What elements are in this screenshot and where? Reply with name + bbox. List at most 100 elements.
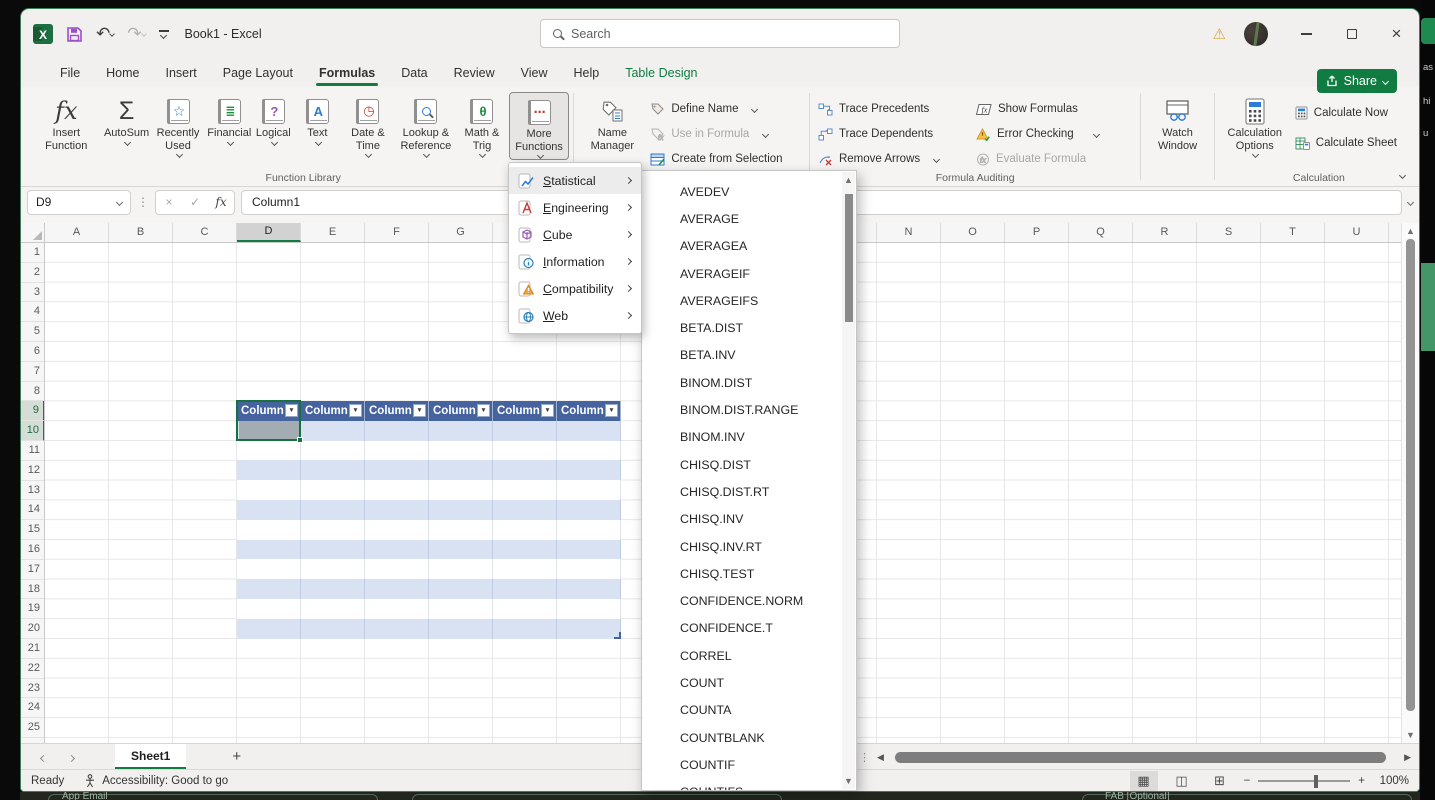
row-header-19[interactable]: 19 <box>21 599 44 619</box>
expand-formula-bar-chevron-icon[interactable] <box>1407 198 1414 205</box>
row-header-13[interactable]: 13 <box>21 481 44 501</box>
function-item-chisq.inv.rt[interactable]: CHISQ.INV.RT <box>642 533 856 560</box>
column-header-B[interactable]: B <box>109 223 173 242</box>
column-header-T[interactable]: T <box>1261 223 1325 242</box>
tab-view[interactable]: View <box>508 61 561 87</box>
function-item-countblank[interactable]: COUNTBLANK <box>642 724 856 751</box>
undo-chevron-icon[interactable] <box>109 31 115 37</box>
maximize-button[interactable] <box>1329 9 1374 59</box>
function-item-confidence.norm[interactable]: CONFIDENCE.NORM <box>642 587 856 614</box>
row-header-24[interactable]: 24 <box>21 698 44 718</box>
vertical-scroll-thumb[interactable] <box>1406 239 1415 711</box>
row-header-4[interactable]: 4 <box>21 302 44 322</box>
menu-item-cube[interactable]: Cube <box>509 221 641 248</box>
row-header-11[interactable]: 11 <box>21 441 44 461</box>
horizontal-scroll-track[interactable] <box>891 751 1397 763</box>
function-item-binom.dist.range[interactable]: BINOM.DIST.RANGE <box>642 396 856 423</box>
lookup-reference-button[interactable]: Lookup & Reference <box>397 92 456 158</box>
column-header-N[interactable]: N <box>877 223 941 242</box>
function-item-beta.dist[interactable]: BETA.DIST <box>642 314 856 341</box>
column-header-P[interactable]: P <box>1005 223 1069 242</box>
financial-button[interactable]: ≣ Financial <box>207 92 251 146</box>
define-name-button[interactable]: Define Name <box>646 98 786 120</box>
table-header-column6[interactable]: Column6▼ <box>557 401 621 421</box>
formula-bar-splitter[interactable]: ⋮ <box>137 195 149 209</box>
page-break-preview-button[interactable]: ⊞ <box>1206 771 1234 791</box>
row-header-22[interactable]: 22 <box>21 659 44 679</box>
row-header-12[interactable]: 12 <box>21 461 44 481</box>
insert-function-button[interactable]: fx Insert Function <box>37 92 96 152</box>
chevron-down-icon[interactable] <box>315 138 322 145</box>
tab-home[interactable]: Home <box>93 61 152 87</box>
chevron-down-icon[interactable] <box>537 152 544 159</box>
scroll-up-icon[interactable]: ▲ <box>842 175 855 185</box>
watch-window-button[interactable]: Watch Window <box>1145 92 1209 152</box>
tab-file[interactable]: File <box>47 61 93 87</box>
row-header-25[interactable]: 25 <box>21 718 44 738</box>
tab-formulas[interactable]: Formulas <box>306 61 388 87</box>
table-header-column4[interactable]: Column4▼ <box>429 401 493 421</box>
row-header-15[interactable]: 15 <box>21 520 44 540</box>
chevron-down-icon[interactable] <box>227 138 234 145</box>
row-header-3[interactable]: 3 <box>21 283 44 303</box>
menu-item-web[interactable]: Web <box>509 302 641 329</box>
column-header-C[interactable]: C <box>173 223 237 242</box>
scroll-up-icon[interactable]: ▲ <box>1402 226 1419 236</box>
name-manager-button[interactable]: Name Manager <box>578 92 646 152</box>
name-box[interactable]: D9 <box>27 190 131 215</box>
table-header-column3[interactable]: Column3▼ <box>365 401 429 421</box>
function-item-average[interactable]: AVERAGE <box>642 205 856 232</box>
function-item-chisq.inv[interactable]: CHISQ.INV <box>642 506 856 533</box>
chevron-down-icon[interactable] <box>1093 130 1100 137</box>
chevron-down-icon[interactable] <box>271 138 278 145</box>
name-box-chevron-icon[interactable] <box>116 198 123 205</box>
function-item-averageif[interactable]: AVERAGEIF <box>642 260 856 287</box>
filter-button[interactable]: ▼ <box>477 404 490 417</box>
page-layout-view-button[interactable]: ◫ <box>1168 771 1196 791</box>
calculation-options-button[interactable]: Calculation Options <box>1219 92 1291 158</box>
zoom-out-button[interactable]: − <box>1244 775 1251 787</box>
column-header-R[interactable]: R <box>1133 223 1197 242</box>
more-functions-button[interactable]: ⋯ More Functions <box>509 92 570 160</box>
scroll-right-icon[interactable]: ▶ <box>1404 752 1411 763</box>
math-trig-button[interactable]: θ Math & Trig <box>455 92 509 158</box>
function-item-averagea[interactable]: AVERAGEA <box>642 233 856 260</box>
autosum-button[interactable]: Σ AutoSum <box>104 92 148 146</box>
accessibility-status[interactable]: Accessibility: Good to go <box>84 774 228 788</box>
chevron-down-icon[interactable] <box>175 151 182 158</box>
calculate-sheet-button[interactable]: Calculate Sheet <box>1291 132 1401 154</box>
row-header-5[interactable]: 5 <box>21 322 44 342</box>
function-item-avedev[interactable]: AVEDEV <box>642 178 856 205</box>
filter-button[interactable]: ▼ <box>541 404 554 417</box>
menu-item-statistical[interactable]: Statistical <box>509 167 641 194</box>
tab-data[interactable]: Data <box>388 61 440 87</box>
function-list-scroll-thumb[interactable] <box>845 194 853 322</box>
row-header-8[interactable]: 8 <box>21 382 44 402</box>
row-header-7[interactable]: 7 <box>21 362 44 382</box>
save-icon[interactable] <box>66 26 83 43</box>
menu-item-engineering[interactable]: Engineering <box>509 194 641 221</box>
normal-view-button[interactable]: ▦ <box>1130 771 1158 791</box>
filter-button[interactable]: ▼ <box>605 404 618 417</box>
row-header-21[interactable]: 21 <box>21 639 44 659</box>
menu-item-compatibility[interactable]: Compatibility <box>509 275 641 302</box>
table-header-column5[interactable]: Column5▼ <box>493 401 557 421</box>
table-row-13[interactable] <box>237 480 621 500</box>
zoom-slider[interactable] <box>1258 780 1350 782</box>
horizontal-scrollbar[interactable]: ⋮ ◀ ▶ <box>859 747 1411 767</box>
table-row-12[interactable] <box>237 460 621 480</box>
function-list-scrollbar[interactable]: ▲ ▼ <box>842 172 855 789</box>
function-item-averageifs[interactable]: AVERAGEIFS <box>642 287 856 314</box>
show-formulas-button[interactable]: fx Show Formulas <box>972 98 1132 120</box>
vertical-scrollbar[interactable]: ▲ ▼ <box>1401 223 1419 743</box>
filter-button[interactable]: ▼ <box>349 404 362 417</box>
scroll-down-icon[interactable]: ▼ <box>1402 730 1419 740</box>
sheet-tab-sheet1[interactable]: Sheet1 <box>115 744 186 769</box>
table-header-column2[interactable]: Column2▼ <box>301 401 365 421</box>
chevron-down-icon[interactable] <box>1252 151 1259 158</box>
row-header-17[interactable]: 17 <box>21 560 44 580</box>
table-row-19[interactable] <box>237 599 621 619</box>
function-item-countifs[interactable]: COUNTIFS <box>642 779 856 791</box>
insert-function-fx-icon[interactable]: fx <box>208 195 234 209</box>
function-item-beta.inv[interactable]: BETA.INV <box>642 342 856 369</box>
